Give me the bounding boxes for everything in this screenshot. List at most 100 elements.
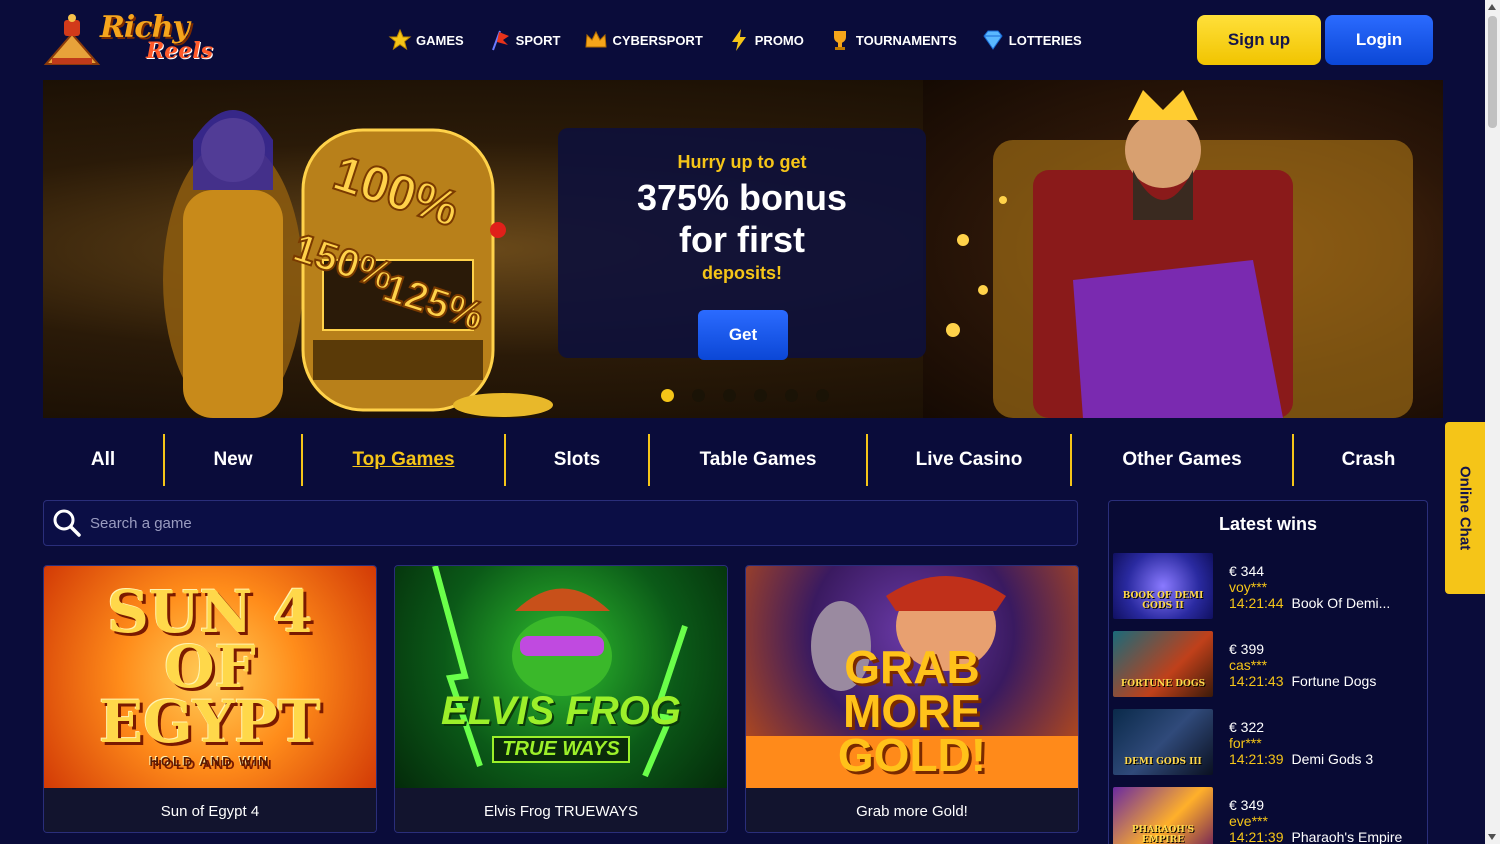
- carousel-dot[interactable]: [723, 389, 736, 402]
- game-name: Elvis Frog TRUEWAYS: [395, 788, 727, 832]
- sign-up-button[interactable]: Sign up: [1197, 15, 1321, 65]
- win-game: Pharaoh's Empire: [1291, 829, 1403, 844]
- tab-all[interactable]: All: [43, 434, 165, 486]
- game-art-title: SUN 4 OF EGYPT HOLD AND WIN: [80, 578, 340, 770]
- carousel-dot[interactable]: [785, 389, 798, 402]
- banner-king-illustration: [923, 80, 1443, 418]
- game-art-elvis-frog: ELVIS FROG TRUE WAYS: [395, 566, 727, 788]
- promo-bonus: 375% bonus for first: [636, 177, 848, 260]
- promo-subline: deposits!: [701, 263, 782, 283]
- win-game: Book Of Demi...: [1291, 595, 1391, 611]
- win-info: € 322 for*** 14:21:39 Demi Gods 3: [1229, 719, 1373, 775]
- promo-box: Hurry up to get 375% bonus for first dep…: [558, 128, 926, 360]
- search-icon: [53, 509, 81, 537]
- game-card-sun-of-egypt-4[interactable]: SUN 4 OF EGYPT HOLD AND WIN Sun of Egypt…: [43, 565, 377, 833]
- login-button[interactable]: Login: [1325, 15, 1433, 65]
- tab-live-casino[interactable]: Live Casino: [868, 434, 1072, 486]
- online-chat-tab[interactable]: Online Chat: [1445, 422, 1485, 594]
- game-card-grab-more-gold[interactable]: GRAB MORE GOLD! Grab more Gold!: [745, 565, 1079, 833]
- nav-tournaments[interactable]: TOURNAMENTS: [828, 28, 957, 52]
- game-grid: SUN 4 OF EGYPT HOLD AND WIN Sun of Egypt…: [43, 565, 1079, 833]
- win-row[interactable]: FORTUNE DOGS € 399 cas*** 14:21:43 Fortun…: [1113, 631, 1423, 697]
- win-time: 14:21:43: [1229, 673, 1284, 689]
- star-icon: [388, 28, 412, 51]
- nav-games[interactable]: GAMES: [388, 28, 464, 52]
- thumbnail-label: DEMI GODS III: [1124, 757, 1202, 767]
- game-art-title-text: SUN 4 OF EGYPT: [99, 578, 321, 757]
- nav-cybersport-label: CYBERSPORT: [612, 32, 703, 48]
- richy-reels-logo[interactable]: Richy Reels: [42, 10, 214, 70]
- logo-figure-icon: [43, 14, 101, 65]
- game-art-sun-of-egypt-4: SUN 4 OF EGYPT HOLD AND WIN: [44, 566, 376, 788]
- nav-tournaments-label: TOURNAMENTS: [855, 32, 957, 48]
- tab-slots[interactable]: Slots: [506, 434, 650, 486]
- scroll-down-arrow-icon[interactable]: [1488, 834, 1496, 840]
- scroll-thumb[interactable]: [1488, 16, 1497, 128]
- win-amount: € 322: [1229, 719, 1265, 735]
- win-info: € 344 voy*** 14:21:44 Book Of Demi...: [1229, 563, 1390, 619]
- crown-icon: [585, 30, 608, 48]
- game-card-elvis-frog[interactable]: ELVIS FROG TRUE WAYS Elvis Frog TRUEWAYS: [394, 565, 728, 833]
- thumbnail-label: BOOK OF DEMI GODS II: [1122, 591, 1204, 611]
- win-row[interactable]: DEMI GODS III € 322 for*** 14:21:39 Demi …: [1113, 709, 1423, 775]
- win-user: voy***: [1229, 579, 1268, 595]
- game-art-subtitle: HOLD AND WIN: [149, 754, 271, 770]
- win-amount: € 399: [1229, 641, 1265, 657]
- online-chat-label: Online Chat: [1456, 465, 1474, 551]
- game-art-title-text: GRAB MORE GOLD!: [837, 641, 987, 781]
- game-art-grab-more-gold: GRAB MORE GOLD!: [746, 566, 1078, 788]
- win-info: € 349 eve*** 14:21:39 Pharaoh's Empire: [1229, 797, 1402, 844]
- win-user: cas***: [1229, 657, 1268, 673]
- get-bonus-button[interactable]: Get: [698, 310, 788, 360]
- latest-wins-panel: Latest wins BOOK OF DEMI GODS II € 344 v…: [1108, 500, 1428, 844]
- game-search: [43, 500, 1078, 546]
- nav-lotteries[interactable]: LOTTERIES: [981, 28, 1082, 52]
- promo-headline: Hurry up to get: [677, 152, 807, 172]
- nav-games-label: GAMES: [416, 32, 464, 48]
- carousel-dot[interactable]: [754, 389, 767, 402]
- tab-new[interactable]: New: [165, 434, 303, 486]
- tab-other-games[interactable]: Other Games: [1072, 434, 1294, 486]
- nav-promo-label: PROMO: [754, 32, 804, 48]
- tab-crash[interactable]: Crash: [1294, 434, 1443, 486]
- nav-sport[interactable]: SPORT: [488, 28, 561, 52]
- scroll-up-arrow-icon[interactable]: [1488, 4, 1496, 10]
- game-name: Sun of Egypt 4: [44, 788, 376, 832]
- game-name: Grab more Gold!: [746, 788, 1078, 832]
- nav-sport-label: SPORT: [515, 32, 561, 48]
- king-illustration: [946, 90, 1413, 418]
- tab-table-games[interactable]: Table Games: [650, 434, 868, 486]
- sport-flag-icon: [491, 30, 509, 51]
- carousel-dots: [661, 389, 829, 402]
- page-scrollbar[interactable]: [1485, 0, 1500, 844]
- game-art-title: ELVIS FROG TRUE WAYS: [441, 691, 681, 763]
- main-nav: GAMES SPORT CYBERSPORT PROMO TOURNAMENTS…: [388, 28, 1082, 52]
- nav-lotteries-label: LOTTERIES: [1008, 32, 1082, 48]
- win-time: 14:21:39: [1229, 751, 1284, 767]
- trophy-icon: [833, 31, 846, 50]
- thumbnail-label: PHARAOH'S EMPIRE: [1131, 825, 1195, 844]
- thumbnail-label: FORTUNE DOGS: [1120, 679, 1206, 689]
- win-time: 14:21:39: [1229, 829, 1284, 844]
- latest-wins-title: Latest wins: [1218, 514, 1318, 534]
- win-user: eve***: [1229, 813, 1268, 829]
- win-info: € 399 cas*** 14:21:43 Fortune Dogs: [1229, 641, 1376, 697]
- win-row[interactable]: BOOK OF DEMI GODS II € 344 voy*** 14:21:…: [1113, 553, 1423, 619]
- carousel-dot[interactable]: [816, 389, 829, 402]
- tab-top-games[interactable]: Top Games: [303, 434, 506, 486]
- carousel-dot[interactable]: [661, 389, 674, 402]
- lightning-icon: [731, 29, 746, 51]
- win-game-thumbnail: BOOK OF DEMI GODS II: [1113, 553, 1213, 619]
- logo-text-reels: Reels: [146, 38, 214, 64]
- category-tabs: All New Top Games Slots Table Games Live…: [43, 434, 1443, 486]
- win-row[interactable]: PHARAOH'S EMPIRE € 349 eve*** 14:21:39 Ph…: [1113, 787, 1423, 844]
- win-user: for***: [1229, 735, 1262, 751]
- carousel-dot[interactable]: [692, 389, 705, 402]
- win-game: Demi Gods 3: [1291, 751, 1374, 767]
- search-input[interactable]: [90, 514, 990, 532]
- banner-slot-machine-illustration: 100% 150% 125%: [163, 110, 553, 418]
- nav-promo[interactable]: PROMO: [727, 28, 804, 52]
- game-art-subtitle: TRUE WAYS: [492, 735, 630, 763]
- win-amount: € 344: [1229, 563, 1265, 579]
- nav-cybersport[interactable]: CYBERSPORT: [584, 28, 703, 52]
